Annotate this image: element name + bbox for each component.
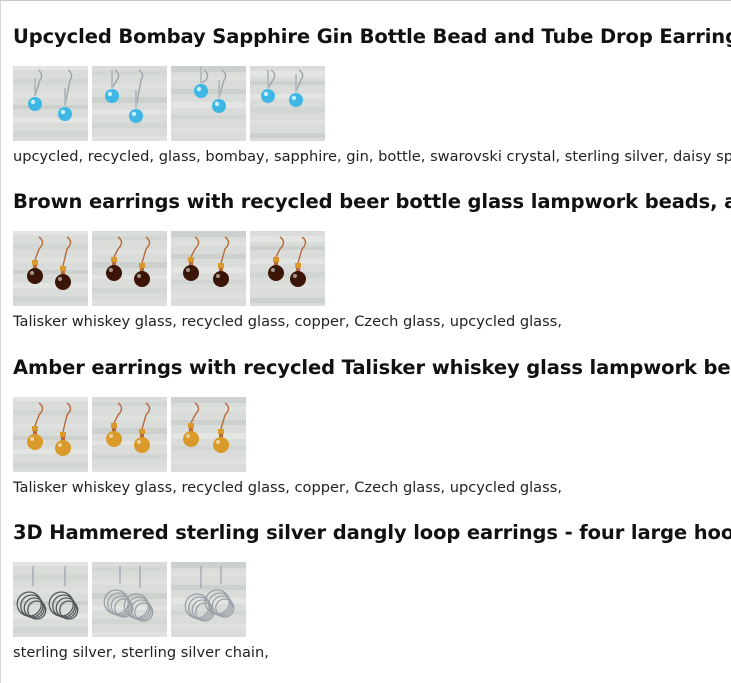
earring-photo: [92, 397, 167, 472]
earring-photo: [250, 231, 325, 306]
listing-tags: upcycled, recycled, glass, bombay, sapph…: [13, 148, 731, 165]
listing-item: Brown earrings with recycled beer bottle…: [13, 190, 731, 332]
product-thumbnail[interactable]: [171, 66, 246, 141]
product-thumbnail[interactable]: [171, 231, 246, 306]
earring-photo: [171, 562, 246, 637]
listing-title[interactable]: Amber earrings with recycled Talisker wh…: [13, 356, 731, 380]
product-thumbnail[interactable]: [92, 397, 167, 472]
product-thumbnail[interactable]: [171, 562, 246, 637]
product-thumbnail[interactable]: [13, 562, 88, 637]
listing-item: 3D Hammered sterling silver dangly loop …: [13, 521, 731, 663]
listing-title[interactable]: 3D Hammered sterling silver dangly loop …: [13, 521, 731, 545]
earring-photo: [171, 397, 246, 472]
product-thumbnail[interactable]: [171, 397, 246, 472]
product-thumbnail[interactable]: [13, 397, 88, 472]
product-thumbnail[interactable]: [250, 231, 325, 306]
earring-photo: [13, 66, 88, 141]
thumbnail-row: [13, 397, 731, 472]
product-thumbnail[interactable]: [13, 231, 88, 306]
earring-photo: [13, 397, 88, 472]
listing-tags: sterling silver, sterling silver chain,: [13, 644, 269, 661]
product-thumbnail[interactable]: [92, 66, 167, 141]
earring-photo: [92, 231, 167, 306]
earring-photo: [92, 66, 167, 141]
earring-photo: [250, 66, 325, 141]
earring-photo: [171, 231, 246, 306]
earring-photo: [171, 66, 246, 141]
page-frame: Upcycled Bombay Sapphire Gin Bottle Bead…: [0, 0, 731, 683]
earring-photo: [13, 231, 88, 306]
product-thumbnail[interactable]: [13, 66, 88, 141]
product-thumbnail[interactable]: [92, 231, 167, 306]
earring-photo: [92, 562, 167, 637]
listing-item: Amber earrings with recycled Talisker wh…: [13, 356, 731, 498]
product-thumbnail[interactable]: [250, 66, 325, 141]
listing-title[interactable]: Upcycled Bombay Sapphire Gin Bottle Bead…: [13, 25, 731, 49]
product-thumbnail[interactable]: [92, 562, 167, 637]
listing-tags: Talisker whiskey glass, recycled glass, …: [13, 313, 562, 330]
listing-tags: Talisker whiskey glass, recycled glass, …: [13, 479, 562, 496]
earring-photo: [13, 562, 88, 637]
listing-item: Upcycled Bombay Sapphire Gin Bottle Bead…: [13, 25, 731, 167]
listing-title[interactable]: Brown earrings with recycled beer bottle…: [13, 190, 731, 214]
thumbnail-row: [13, 66, 731, 141]
thumbnail-row: [13, 231, 731, 306]
thumbnail-row: [13, 562, 731, 637]
